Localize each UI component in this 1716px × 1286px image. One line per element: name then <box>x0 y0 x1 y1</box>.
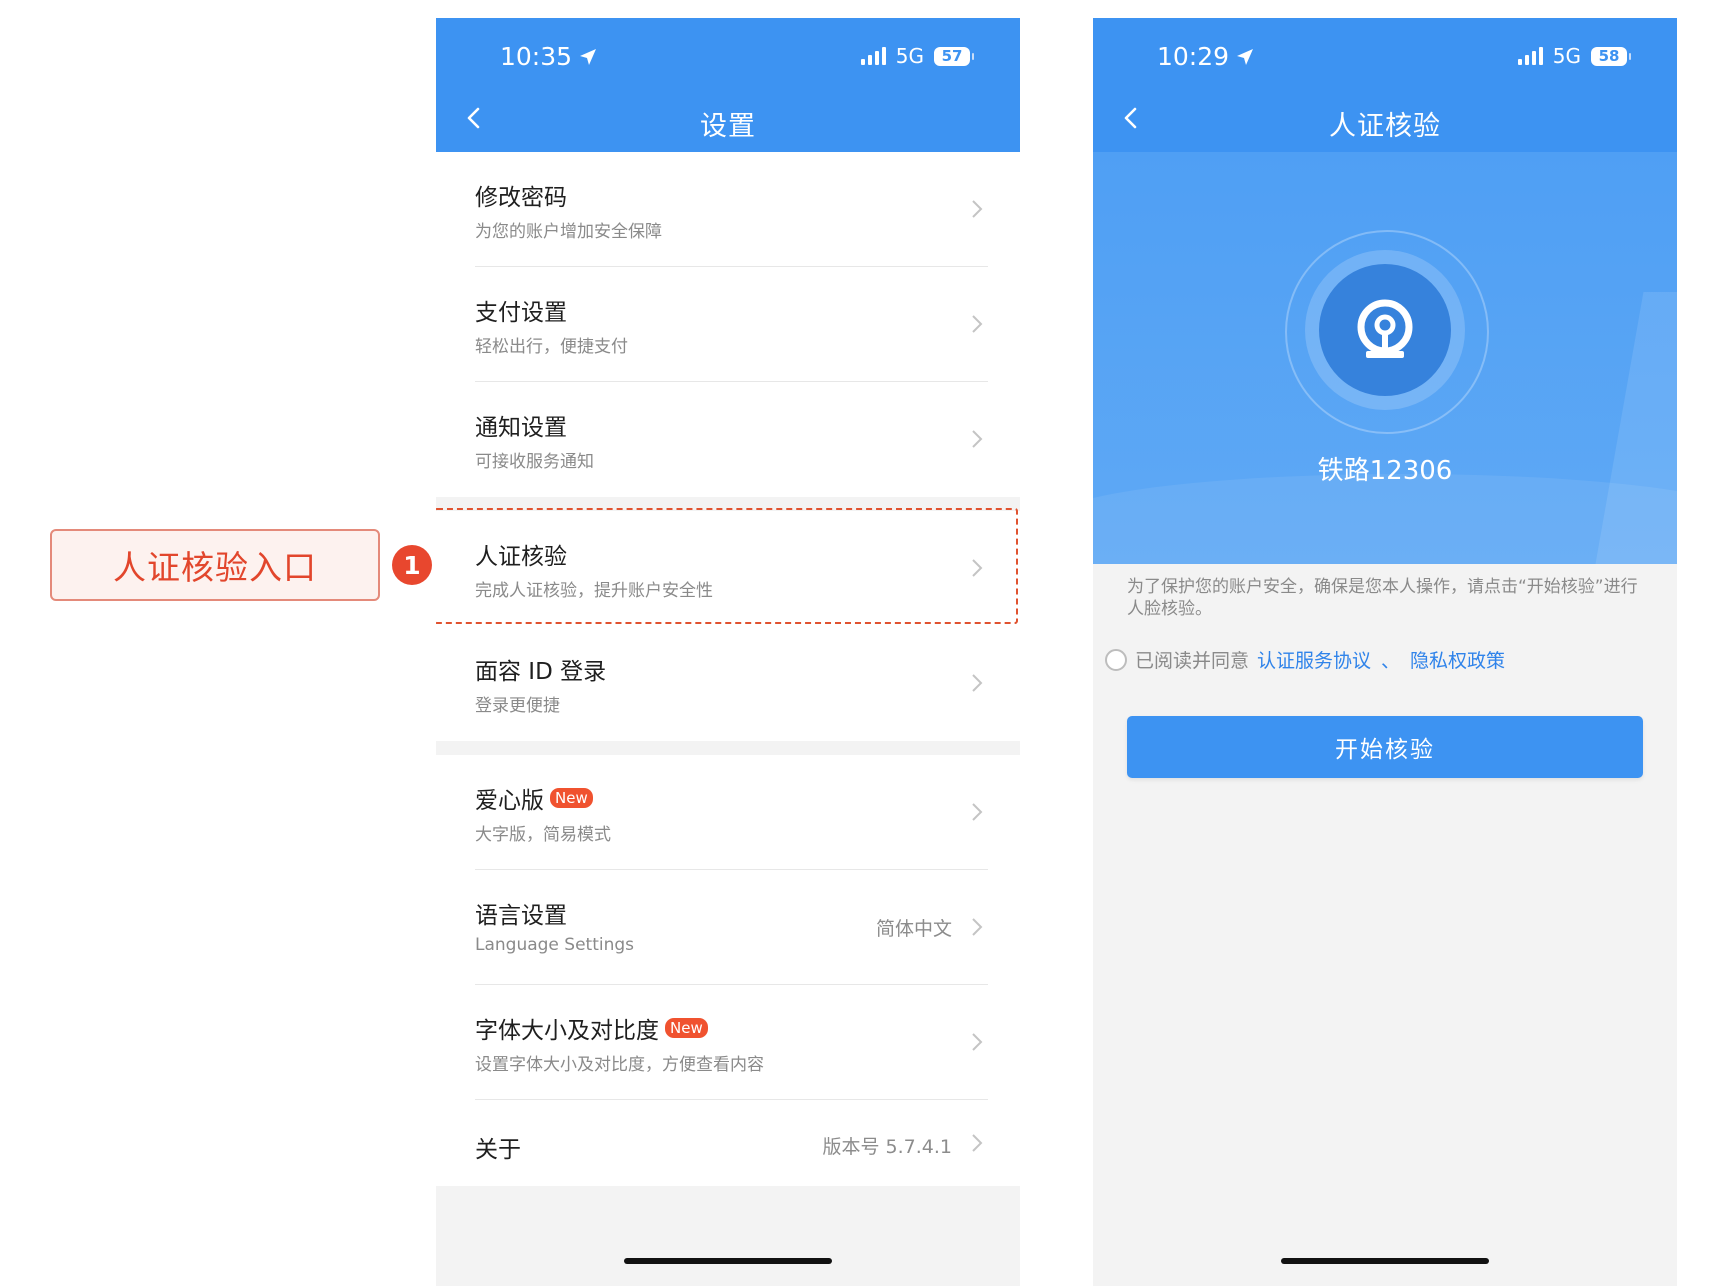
home-indicator <box>624 1258 832 1264</box>
item-value: 简体中文 <box>875 918 952 940</box>
home-indicator <box>1281 1258 1489 1264</box>
signal-icon <box>1517 47 1543 65</box>
version-value: 版本号 5.7.4.1 <box>822 1136 952 1158</box>
settings-item-care-mode[interactable]: 爱心版 New 大字版，简易模式 <box>436 755 1020 870</box>
network-label: 5G <box>895 44 924 68</box>
item-title: 面容 ID 登录 <box>475 659 607 685</box>
item-subtitle: Language Settings <box>475 935 635 955</box>
status-time: 10:35 <box>500 42 598 71</box>
agree-checkbox[interactable] <box>1105 648 1127 671</box>
item-subtitle: 设置字体大小及对比度，方便查看内容 <box>475 1055 764 1075</box>
step-number-badge: 1 <box>392 545 432 585</box>
signal-icon <box>860 47 886 65</box>
item-title: 关于 <box>475 1137 521 1163</box>
settings-item-language[interactable]: 语言设置 Language Settings 简体中文 <box>436 870 1020 985</box>
item-subtitle: 为您的账户增加安全保障 <box>475 222 662 242</box>
chevron-right-icon <box>972 315 983 333</box>
terms-link[interactable]: 认证服务协议 <box>1257 646 1371 673</box>
hero-decoration <box>1093 474 1677 564</box>
location-arrow-icon <box>580 48 597 65</box>
settings-screen: 10:35 5G 57 设置 修改密码 为您的账户增加安全保障 支付设置 轻松出… <box>436 18 1020 1286</box>
chevron-right-icon <box>972 1134 983 1152</box>
location-arrow-icon <box>1237 48 1254 65</box>
item-title: 爱心版 New <box>475 781 593 815</box>
settings-header: 10:35 5G 57 设置 <box>436 18 1020 152</box>
item-title: 语言设置 <box>475 903 567 929</box>
item-title: 修改密码 <box>475 185 567 211</box>
hero-banner: 铁路12306 <box>1093 152 1677 564</box>
settings-item-notifications[interactable]: 通知设置 可接收服务通知 <box>436 382 1020 497</box>
page-title: 人证核验 <box>1329 111 1441 142</box>
settings-item-about[interactable]: 关于 版本号 5.7.4.1 <box>436 1100 1020 1186</box>
chevron-right-icon <box>972 430 983 448</box>
battery-icon: 58 <box>1591 46 1631 66</box>
settings-item-change-password[interactable]: 修改密码 为您的账户增加安全保障 <box>436 152 1020 267</box>
settings-item-payment[interactable]: 支付设置 轻松出行，便捷支付 <box>436 267 1020 382</box>
chevron-right-icon <box>972 1033 983 1051</box>
agreement-row: 已阅读并同意 认证服务协议 、 隐私权政策 <box>1105 646 1505 673</box>
status-indicators: 5G 57 <box>860 44 974 68</box>
brand-name: 铁路12306 <box>1317 456 1453 486</box>
new-badge: New <box>550 788 593 808</box>
settings-item-font-contrast[interactable]: 字体大小及对比度 New 设置字体大小及对比度，方便查看内容 <box>436 985 1020 1100</box>
settings-group-account: 修改密码 为您的账户增加安全保障 支付设置 轻松出行，便捷支付 通知设置 可接收… <box>436 152 1020 497</box>
item-subtitle: 可接收服务通知 <box>475 452 594 472</box>
settings-item-face-id-login[interactable]: 面容 ID 登录 登录更便捷 <box>436 626 1020 741</box>
item-subtitle: 登录更便捷 <box>475 696 560 716</box>
agree-prefix: 已阅读并同意 <box>1135 650 1250 672</box>
verify-header: 10:29 5G 58 人证核验 <box>1093 18 1677 152</box>
chevron-right-icon <box>972 803 983 821</box>
page-title: 设置 <box>700 111 756 142</box>
settings-group-display: 爱心版 New 大字版，简易模式 语言设置 Language Settings … <box>436 755 1020 1186</box>
verify-screen: 10:29 5G 58 人证核验 铁路12306 为了保护您的账户安全，确保是您… <box>1093 18 1677 1286</box>
highlight-frame <box>436 508 1018 624</box>
chevron-right-icon <box>972 918 983 936</box>
chevron-right-icon <box>972 200 983 218</box>
start-verification-button[interactable]: 开始核验 <box>1127 716 1643 778</box>
status-indicators: 5G 58 <box>1517 44 1631 68</box>
railway-logo-icon <box>1357 299 1413 358</box>
item-title: 通知设置 <box>475 415 567 441</box>
new-badge: New <box>665 1018 708 1038</box>
link-separator: 、 <box>1381 650 1401 672</box>
callout-label: 人证核验入口 <box>50 529 380 601</box>
item-subtitle: 轻松出行，便捷支付 <box>475 337 628 357</box>
network-label: 5G <box>1552 44 1581 68</box>
status-time: 10:29 <box>1157 42 1255 71</box>
item-subtitle: 大字版，简易模式 <box>475 825 611 845</box>
privacy-link[interactable]: 隐私权政策 <box>1410 646 1505 673</box>
item-title: 支付设置 <box>475 300 567 326</box>
chevron-right-icon <box>972 674 983 692</box>
notice-text: 为了保护您的账户安全，确保是您本人操作，请点击“开始核验”进行人脸核验。 <box>1127 577 1638 619</box>
railway-logo <box>1319 264 1451 396</box>
item-title: 字体大小及对比度 New <box>475 1011 708 1045</box>
battery-icon: 57 <box>934 46 974 66</box>
